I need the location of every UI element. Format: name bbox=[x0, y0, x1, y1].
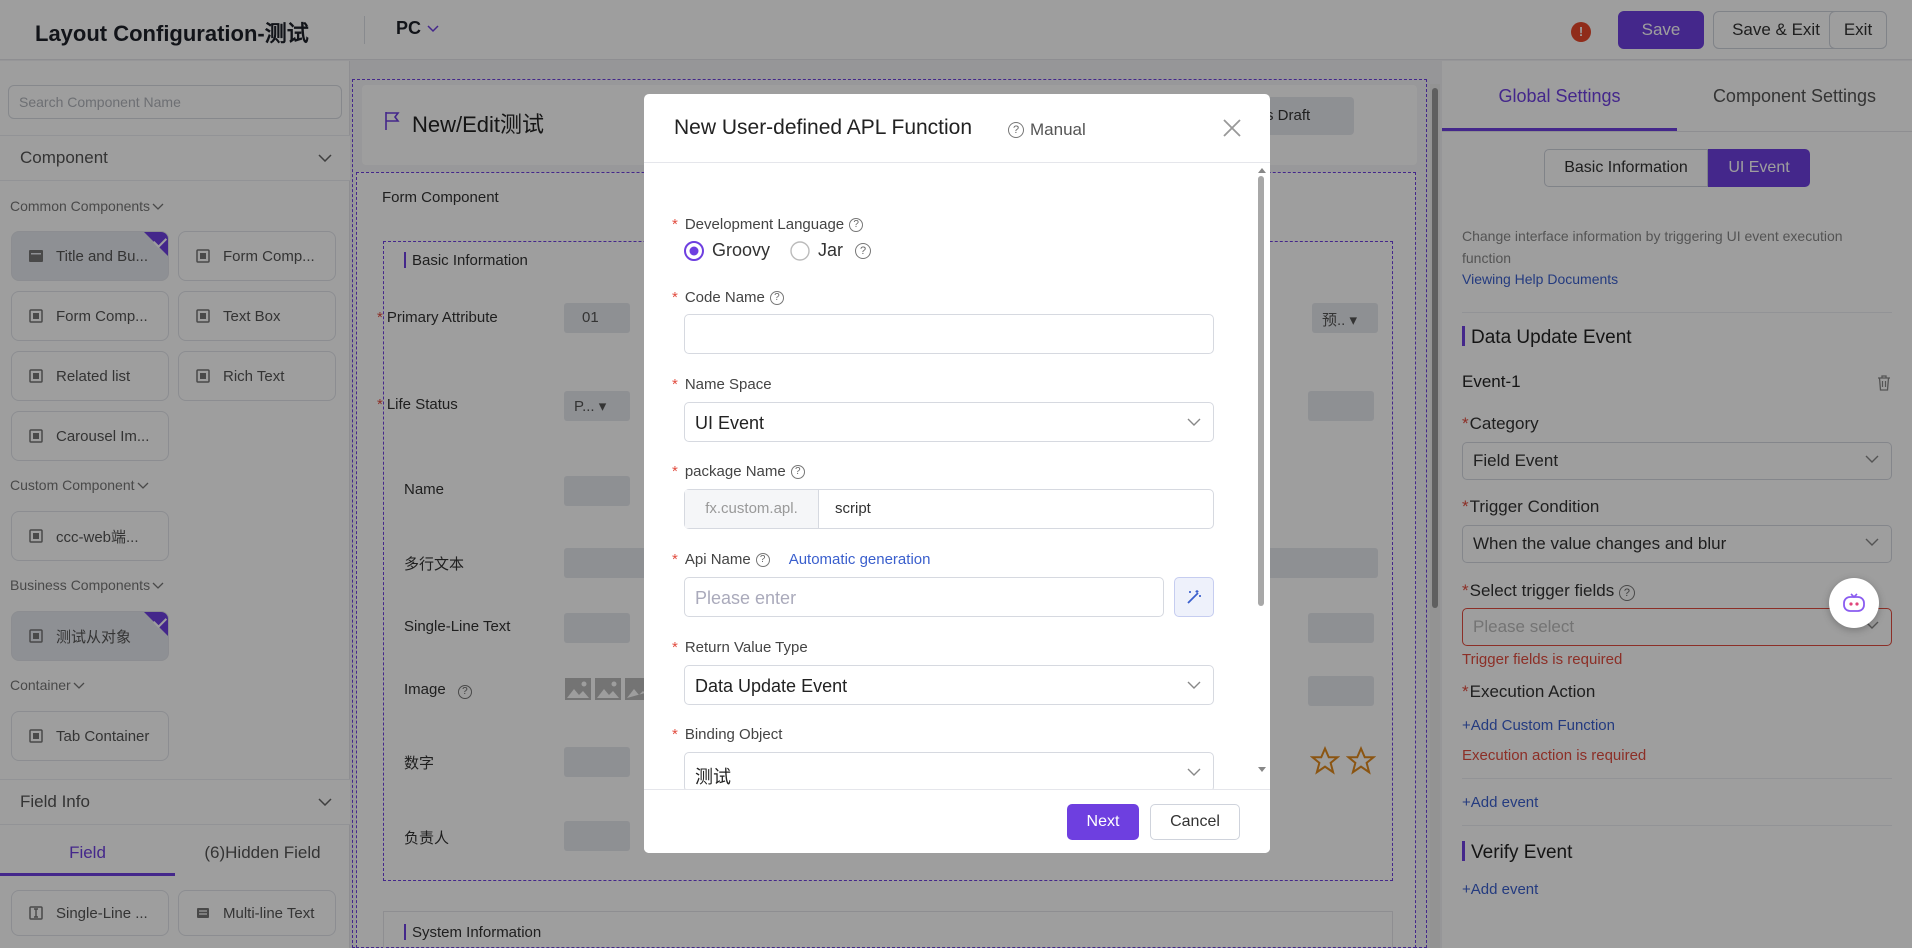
return-type-label: * Return Value Type bbox=[672, 639, 808, 656]
magic-wand-icon bbox=[1187, 590, 1201, 604]
binding-object-select[interactable]: 测试 bbox=[684, 752, 1214, 792]
namespace-label: * Name Space bbox=[672, 376, 772, 393]
chevron-down-icon bbox=[1187, 681, 1201, 689]
scroll-down-icon bbox=[1258, 767, 1266, 772]
close-icon[interactable] bbox=[1222, 118, 1242, 138]
help-icon: ? bbox=[855, 242, 872, 259]
return-type-select[interactable]: Data Update Event bbox=[684, 665, 1214, 705]
package-value: script bbox=[835, 500, 871, 517]
help-icon: ? bbox=[755, 552, 770, 567]
dev-language-label: * Development Language? bbox=[672, 216, 864, 233]
radio-checked-icon bbox=[684, 240, 704, 261]
dialog-scrollbar[interactable] bbox=[1256, 166, 1266, 776]
scroll-up-icon bbox=[1258, 168, 1266, 173]
package-prefix: fx.custom.apl. bbox=[685, 490, 819, 528]
chevron-down-icon bbox=[1187, 768, 1201, 776]
dialog-footer: Next Cancel bbox=[644, 789, 1270, 853]
dialog-title: New User-defined APL Function bbox=[674, 116, 973, 139]
radio-unchecked-icon bbox=[790, 240, 810, 261]
groovy-radio[interactable]: Groovy bbox=[684, 240, 770, 261]
next-button[interactable]: Next bbox=[1067, 804, 1139, 840]
automatic-generation-link[interactable]: Automatic generation bbox=[789, 551, 931, 568]
assistant-bot-button[interactable] bbox=[1829, 578, 1879, 628]
language-radio-group: Groovy Jar ? bbox=[684, 240, 872, 261]
apl-function-dialog: New User-defined APL Function ? Manual * D… bbox=[644, 94, 1270, 853]
help-icon: ? bbox=[849, 217, 864, 232]
jar-radio[interactable]: Jar bbox=[790, 240, 843, 261]
chevron-down-icon bbox=[1187, 418, 1201, 426]
package-name-input[interactable]: fx.custom.apl. script bbox=[684, 489, 1214, 529]
magic-wand-button[interactable] bbox=[1174, 577, 1214, 617]
code-name-label: * Code Name? bbox=[672, 289, 784, 306]
cancel-button[interactable]: Cancel bbox=[1150, 804, 1240, 840]
help-icon: ? bbox=[790, 464, 805, 479]
binding-object-label: * Binding Object bbox=[672, 726, 783, 743]
api-name-label: * Api Name? Automatic generation bbox=[672, 551, 931, 568]
dialog-header: New User-defined APL Function ? Manual bbox=[644, 94, 1270, 163]
help-icon: ? bbox=[769, 290, 784, 305]
code-name-input[interactable] bbox=[684, 314, 1214, 354]
help-icon: ? bbox=[1008, 122, 1024, 138]
api-name-input[interactable]: Please enter bbox=[684, 577, 1164, 617]
namespace-select[interactable]: UI Event bbox=[684, 402, 1214, 442]
package-name-label: * package Name? bbox=[672, 463, 805, 480]
robot-icon bbox=[1843, 593, 1865, 612]
manual-link[interactable]: ? Manual bbox=[1008, 120, 1086, 140]
